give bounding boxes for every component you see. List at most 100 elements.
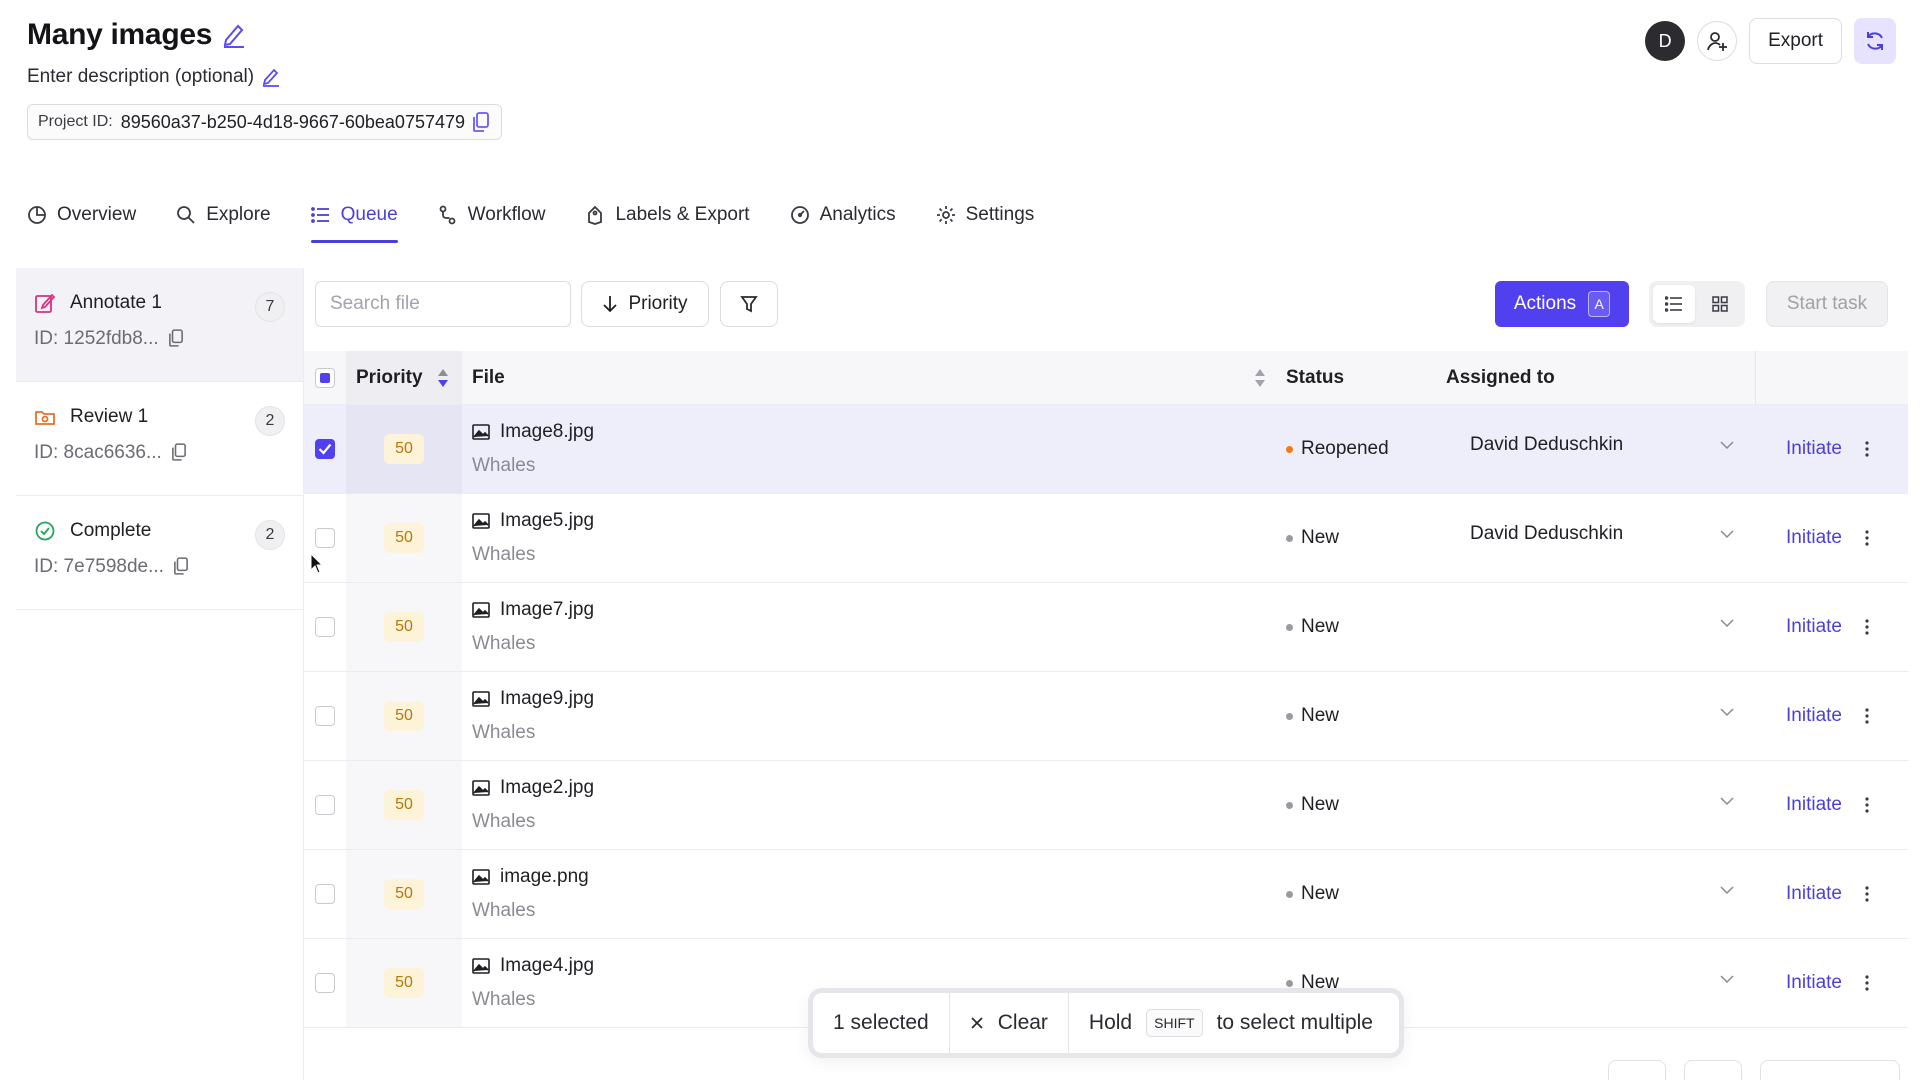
row-checkbox[interactable] — [315, 706, 335, 726]
file-folder: Whales — [472, 633, 536, 654]
status-dot — [1286, 712, 1293, 720]
page-size-select[interactable] — [1760, 1060, 1900, 1080]
table-row[interactable]: 50 image.png Whales New Initiate — [304, 850, 1908, 939]
clear-selection-button[interactable]: Clear — [948, 993, 1068, 1053]
file-name[interactable]: Image2.jpg — [500, 777, 594, 799]
table-row[interactable]: 50 Image2.jpg Whales New Initiate — [304, 761, 1908, 850]
row-checkbox[interactable] — [315, 617, 335, 637]
initiate-link[interactable]: Initiate — [1786, 438, 1842, 460]
pagination — [1608, 1060, 1900, 1080]
status-column-header[interactable]: Status — [1276, 351, 1436, 404]
assignee-dropdown[interactable] — [1446, 796, 1756, 806]
assignee-dropdown[interactable]: David Deduschkin — [1446, 523, 1756, 545]
row-checkbox[interactable] — [315, 973, 335, 993]
mouse-cursor-icon — [310, 553, 324, 574]
prev-page-button[interactable] — [1608, 1060, 1666, 1080]
list-view-button[interactable] — [1653, 285, 1695, 323]
share-users-button[interactable] — [1697, 21, 1738, 61]
row-checkbox[interactable] — [315, 795, 335, 815]
assignee-dropdown[interactable] — [1446, 707, 1756, 717]
select-all-checkbox[interactable] — [315, 367, 335, 388]
next-page-button[interactable] — [1684, 1060, 1742, 1080]
assigned-column-header[interactable]: Assigned to — [1436, 351, 1756, 404]
file-name[interactable]: Image8.jpg — [500, 421, 594, 443]
file-name[interactable]: Image9.jpg — [500, 688, 594, 710]
stage-name: Annotate 1 — [70, 292, 162, 313]
stage-annotate[interactable]: Annotate 1 7 ID: 1252fdb8... — [16, 268, 303, 382]
tab-explore[interactable]: Explore — [176, 198, 271, 232]
assignee-dropdown[interactable] — [1446, 618, 1756, 628]
grid-view-button[interactable] — [1699, 285, 1741, 323]
stage-count-badge: 2 — [255, 520, 285, 550]
copy-icon[interactable] — [174, 557, 192, 577]
initiate-link[interactable]: Initiate — [1786, 527, 1842, 549]
file-name[interactable]: image.png — [500, 866, 589, 888]
assignee-dropdown[interactable] — [1446, 885, 1756, 895]
tab-queue[interactable]: Queue — [310, 198, 398, 243]
status-dot — [1286, 534, 1293, 542]
multi-select-hint: Hold SHIFT to select multiple — [1067, 993, 1393, 1053]
copy-icon[interactable] — [168, 329, 187, 349]
export-button[interactable]: Export — [1749, 18, 1842, 64]
more-options-icon[interactable] — [1864, 707, 1870, 725]
file-name[interactable]: Image7.jpg — [500, 599, 594, 621]
initiate-link[interactable]: Initiate — [1786, 705, 1842, 727]
queue-table: Priority File Status Assigned to 50 Imag… — [304, 351, 1908, 1028]
copy-icon[interactable] — [171, 443, 190, 463]
start-task-button[interactable]: Start task — [1766, 281, 1888, 327]
hint-suffix: to select multiple — [1216, 1011, 1373, 1034]
table-row[interactable]: 50 Image5.jpg Whales New David Deduschki… — [304, 494, 1908, 583]
table-row[interactable]: 50 Image7.jpg Whales New Initiate — [304, 583, 1908, 672]
hint-prefix: Hold — [1088, 1011, 1133, 1034]
search-input[interactable] — [316, 282, 589, 326]
initiate-link[interactable]: Initiate — [1786, 794, 1842, 816]
selected-count: 1 selected — [833, 1011, 929, 1034]
assignee-dropdown[interactable] — [1446, 974, 1756, 984]
actions-button[interactable]: Actions A — [1495, 281, 1629, 327]
stage-complete[interactable]: Complete 2 ID: 7e7598de... — [16, 496, 303, 610]
file-column-header[interactable]: File — [462, 351, 1276, 404]
initiate-link[interactable]: Initiate — [1786, 616, 1842, 638]
copy-icon[interactable] — [473, 112, 491, 132]
sort-icon — [437, 368, 449, 388]
tab-label: Labels & Export — [615, 204, 750, 225]
actions-shortcut-key: A — [1588, 291, 1611, 317]
tab-analytics[interactable]: Analytics — [790, 198, 896, 232]
row-checkbox[interactable] — [315, 884, 335, 904]
chevron-down-icon — [1720, 974, 1734, 984]
initiate-link[interactable]: Initiate — [1786, 972, 1842, 994]
edit-title-icon[interactable] — [222, 22, 248, 48]
edit-description-icon[interactable] — [262, 67, 282, 87]
initiate-link[interactable]: Initiate — [1786, 883, 1842, 905]
row-checkbox[interactable] — [315, 528, 335, 548]
refresh-button[interactable] — [1854, 18, 1896, 64]
more-options-icon[interactable] — [1864, 974, 1870, 992]
stage-review[interactable]: Review 1 2 ID: 8cac6636... — [16, 382, 303, 496]
file-name[interactable]: Image4.jpg — [500, 955, 594, 977]
file-name[interactable]: Image5.jpg — [500, 510, 594, 532]
tab-labels-export[interactable]: Labels & Export — [585, 198, 750, 232]
status-dot — [1286, 979, 1293, 987]
priority-sort-button[interactable]: Priority — [581, 281, 709, 327]
tab-workflow[interactable]: Workflow — [438, 198, 545, 232]
actions-label: Actions — [1513, 293, 1577, 314]
more-options-icon[interactable] — [1864, 529, 1870, 547]
table-row[interactable]: 50 Image9.jpg Whales New Initiate — [304, 672, 1908, 761]
avatar[interactable]: D — [1645, 21, 1686, 61]
tab-overview[interactable]: Overview — [27, 198, 136, 232]
status-text: New — [1301, 705, 1340, 726]
more-options-icon[interactable] — [1864, 885, 1870, 903]
tab-settings[interactable]: Settings — [936, 198, 1034, 232]
image-icon — [472, 424, 490, 440]
more-options-icon[interactable] — [1864, 618, 1870, 636]
priority-column-header[interactable]: Priority — [346, 351, 462, 404]
priority-badge: 50 — [384, 968, 424, 998]
status-text: New — [1301, 794, 1340, 815]
more-options-icon[interactable] — [1864, 440, 1870, 458]
filter-button[interactable] — [720, 281, 778, 327]
row-checkbox[interactable] — [315, 439, 335, 459]
table-row[interactable]: 50 Image8.jpg Whales Reopened David Dedu… — [304, 405, 1908, 494]
sort-icon — [1254, 368, 1266, 388]
assignee-dropdown[interactable]: David Deduschkin — [1446, 434, 1756, 456]
more-options-icon[interactable] — [1864, 796, 1870, 814]
